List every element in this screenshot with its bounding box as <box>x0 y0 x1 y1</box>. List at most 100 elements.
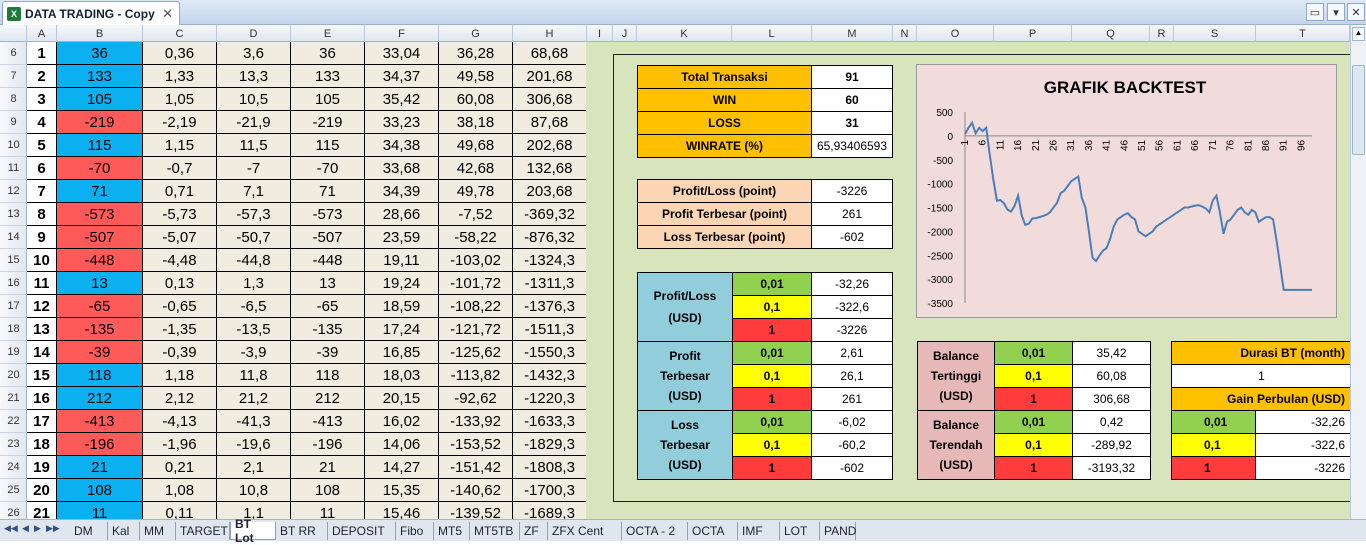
table-cell[interactable]: 115 <box>57 134 143 157</box>
table-cell[interactable]: 118 <box>291 364 365 387</box>
table-cell[interactable]: -41,3 <box>217 410 291 433</box>
table-cell[interactable]: -369,32 <box>513 203 587 226</box>
table-cell[interactable]: -21,9 <box>217 111 291 134</box>
backtest-chart[interactable]: GRAFIK BACKTEST 500 0 -500 -1000 -1500 -2000 -2… <box>916 64 1337 318</box>
balance-tertinggi-lot[interactable]: 0,01 <box>994 341 1073 365</box>
table-cell[interactable]: -1432,3 <box>513 364 587 387</box>
table-cell[interactable]: -57,3 <box>217 203 291 226</box>
table-cell[interactable]: -65 <box>291 295 365 318</box>
gain-value[interactable]: -32,26 <box>1255 410 1352 434</box>
sheet-tab-mt5tb[interactable]: MT5TB <box>470 522 520 540</box>
sheet-tab-target[interactable]: TARGET <box>176 522 230 540</box>
sheet-tab-kal[interactable]: Kal <box>108 522 140 540</box>
col-header[interactable]: I <box>587 25 613 42</box>
table-cell[interactable]: -6,5 <box>217 295 291 318</box>
table-cell[interactable]: 0,21 <box>143 456 217 479</box>
profit-loss-usd-value[interactable]: -322,6 <box>811 295 893 319</box>
table-cell[interactable]: 9 <box>27 226 57 249</box>
table-cell[interactable]: -0,39 <box>143 341 217 364</box>
table-cell[interactable]: -448 <box>57 249 143 272</box>
table-cell[interactable]: -70 <box>57 157 143 180</box>
balance-tertinggi-lot[interactable]: 0,1 <box>994 364 1073 388</box>
table-cell[interactable]: -133,92 <box>439 410 513 433</box>
table-cell[interactable]: 108 <box>57 479 143 502</box>
table-cell[interactable]: 71 <box>291 180 365 203</box>
balance-tertinggi-value[interactable]: 306,68 <box>1072 387 1151 411</box>
row-header[interactable]: 11 <box>0 157 27 180</box>
table-cell[interactable]: -151,42 <box>439 456 513 479</box>
sheet-tab-dm[interactable]: DM <box>70 522 108 540</box>
balance-terendah-value[interactable]: -289,92 <box>1072 433 1151 457</box>
select-all-corner[interactable] <box>0 25 27 42</box>
table-cell[interactable]: -39 <box>57 341 143 364</box>
table-cell[interactable]: 11,5 <box>217 134 291 157</box>
table-cell[interactable]: 0,36 <box>143 42 217 65</box>
table-cell[interactable]: 1,05 <box>143 88 217 111</box>
table-cell[interactable]: 17 <box>27 410 57 433</box>
profit-terbesar-usd-lot[interactable]: 1 <box>732 387 812 411</box>
win-value[interactable]: 60 <box>811 88 893 112</box>
table-cell[interactable]: -0,65 <box>143 295 217 318</box>
sheet-tab-zfx-cent[interactable]: ZFX Cent <box>548 522 622 540</box>
table-cell[interactable]: 212 <box>291 387 365 410</box>
balance-terendah-lot[interactable]: 0,01 <box>994 410 1073 434</box>
col-header[interactable]: C <box>143 25 217 42</box>
col-header[interactable]: P <box>994 25 1072 42</box>
table-cell[interactable]: 18,03 <box>365 364 439 387</box>
profit-terbesar-usd-value[interactable]: 261 <box>811 387 893 411</box>
table-cell[interactable]: -140,62 <box>439 479 513 502</box>
sheet-tab-imf[interactable]: IMF <box>738 522 780 540</box>
row-header[interactable]: 7 <box>0 65 27 88</box>
table-cell[interactable]: -101,72 <box>439 272 513 295</box>
table-cell[interactable]: 49,78 <box>439 180 513 203</box>
table-cell[interactable]: -1311,3 <box>513 272 587 295</box>
row-header[interactable]: 21 <box>0 387 27 410</box>
table-cell[interactable]: 33,68 <box>365 157 439 180</box>
table-cell[interactable]: -103,02 <box>439 249 513 272</box>
table-cell[interactable]: -108,22 <box>439 295 513 318</box>
table-cell[interactable]: -153,52 <box>439 433 513 456</box>
table-cell[interactable]: -5,07 <box>143 226 217 249</box>
sheet-tab-deposit[interactable]: DEPOSIT <box>328 522 396 540</box>
loss-terbesar-usd-value[interactable]: -6,02 <box>811 410 893 434</box>
table-cell[interactable]: 1,18 <box>143 364 217 387</box>
profit-terbesar-usd-lot[interactable]: 0,01 <box>732 341 812 365</box>
gain-lot[interactable]: 0,01 <box>1171 410 1256 434</box>
col-header[interactable]: L <box>732 25 812 42</box>
col-header[interactable]: J <box>613 25 637 42</box>
balance-tertinggi-value[interactable]: 60,08 <box>1072 364 1151 388</box>
scroll-up-icon[interactable]: ▲ <box>1352 27 1365 41</box>
winrate-value[interactable]: 65,93406593 <box>811 134 893 158</box>
table-cell[interactable]: 16,85 <box>365 341 439 364</box>
first-sheet-icon[interactable]: ◀◀ <box>4 523 18 534</box>
table-cell[interactable]: 17,24 <box>365 318 439 341</box>
table-cell[interactable]: 87,68 <box>513 111 587 134</box>
loss-terbesar-usd-value[interactable]: -602 <box>811 456 893 480</box>
row-header[interactable]: 8 <box>0 88 27 111</box>
table-cell[interactable]: -1324,3 <box>513 249 587 272</box>
table-cell[interactable]: -58,22 <box>439 226 513 249</box>
table-cell[interactable]: 36 <box>57 42 143 65</box>
table-cell[interactable]: 33,04 <box>365 42 439 65</box>
prev-sheet-icon[interactable]: ◀ <box>22 523 29 534</box>
profit-loss-point-value[interactable]: -3226 <box>811 179 893 203</box>
table-cell[interactable]: -219 <box>291 111 365 134</box>
table-cell[interactable]: 7,1 <box>217 180 291 203</box>
table-cell[interactable]: 19,11 <box>365 249 439 272</box>
total-transaksi-value[interactable]: 91 <box>811 65 893 89</box>
table-cell[interactable]: 0,71 <box>143 180 217 203</box>
new-document-icon[interactable]: ▭ <box>1306 3 1324 21</box>
balance-tertinggi-lot[interactable]: 1 <box>994 387 1073 411</box>
table-cell[interactable]: -5,73 <box>143 203 217 226</box>
table-cell[interactable]: 19,24 <box>365 272 439 295</box>
row-header[interactable]: 23 <box>0 433 27 456</box>
col-header[interactable]: D <box>217 25 291 42</box>
balance-tertinggi-value[interactable]: 35,42 <box>1072 341 1151 365</box>
table-cell[interactable]: 35,42 <box>365 88 439 111</box>
sheet-tab-mt5[interactable]: MT5 <box>434 522 470 540</box>
row-header[interactable]: 9 <box>0 111 27 134</box>
table-cell[interactable]: 16,02 <box>365 410 439 433</box>
row-header[interactable]: 12 <box>0 180 27 203</box>
table-cell[interactable]: 12 <box>27 295 57 318</box>
sheet-tab-bt-lot[interactable]: BT Lot <box>230 517 276 545</box>
